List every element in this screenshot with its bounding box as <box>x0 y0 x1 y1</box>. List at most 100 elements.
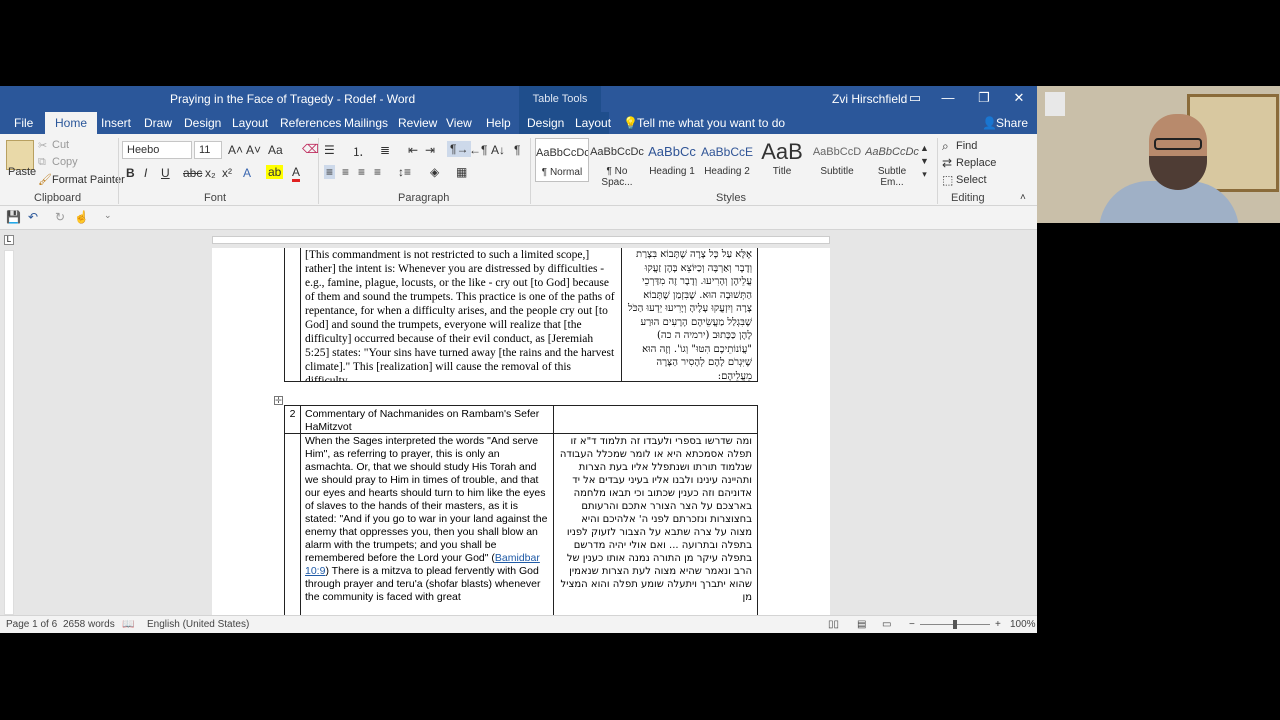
justify-icon[interactable]: ≡ <box>374 165 381 179</box>
find-icon[interactable]: ⌕ <box>942 139 949 154</box>
row-title-cell[interactable]: Commentary of Nachmanides on Rambam's Se… <box>300 405 554 434</box>
bullets-icon[interactable]: ☰ <box>324 143 335 157</box>
tab-table-design[interactable]: Design <box>527 116 564 130</box>
row-number-cell[interactable]: 2 <box>284 405 301 434</box>
scissors-icon[interactable]: ✂ <box>38 139 47 152</box>
tab-help[interactable]: Help <box>486 116 511 130</box>
close-button[interactable]: ✕ <box>1009 90 1029 106</box>
table-cell-english[interactable]: [This commandment is not restricted to s… <box>300 248 622 382</box>
restore-button[interactable]: ❐ <box>974 90 994 106</box>
vertical-ruler[interactable] <box>4 250 14 615</box>
italic-icon[interactable]: I <box>144 166 147 180</box>
style-subtle-emphasis[interactable]: AaBbCcDc Subtle Em... <box>865 138 919 188</box>
tab-insert[interactable]: Insert <box>101 116 131 130</box>
table-cell-english[interactable]: When the Sages interpreted the words "An… <box>300 433 554 615</box>
print-layout-icon[interactable]: ▤ <box>857 619 866 630</box>
replace-icon[interactable]: ⇄ <box>942 156 952 170</box>
replace-button[interactable]: Replace <box>956 157 996 169</box>
word-count[interactable]: 2658 words <box>63 619 115 630</box>
undo-icon[interactable]: ↶ <box>28 210 38 224</box>
font-size-box[interactable]: 11 <box>194 141 222 159</box>
table-cell-hebrew[interactable]: אֶלָּא עַל כָּל צָרָה שֶׁתָּבוֹא בִּצָרַ… <box>621 248 758 382</box>
tab-review[interactable]: Review <box>398 116 437 130</box>
highlight-icon[interactable]: ab <box>266 165 284 179</box>
user-name[interactable]: Zvi Hirschfield <box>832 92 907 106</box>
copy-icon[interactable]: ⧉ <box>38 156 46 169</box>
copy-button[interactable]: Copy <box>52 156 78 168</box>
align-left-icon[interactable]: ≡ <box>324 165 336 179</box>
decrease-indent-icon[interactable]: ⇤ <box>408 143 418 157</box>
table-cell-number[interactable] <box>284 248 301 382</box>
text-effects-icon[interactable]: A <box>243 166 251 180</box>
rtl-text-icon[interactable]: ←¶ <box>469 143 487 157</box>
document-page[interactable]: [This commandment is not restricted to s… <box>212 248 830 615</box>
zoom-in-icon[interactable]: + <box>995 619 1001 630</box>
subscript-icon[interactable]: x₂ <box>205 166 216 180</box>
clear-formatting-icon[interactable]: ⌫ <box>302 142 319 156</box>
multilevel-list-icon[interactable]: ≣ <box>380 143 390 157</box>
select-button[interactable]: Select <box>956 174 987 186</box>
page-count[interactable]: Page 1 of 6 <box>6 619 57 630</box>
ltr-text-icon[interactable]: ¶→ <box>447 141 472 157</box>
customize-qat-icon[interactable]: ⌄ <box>104 210 112 221</box>
increase-indent-icon[interactable]: ⇥ <box>425 143 435 157</box>
collapse-ribbon-icon[interactable]: ˄ <box>1020 192 1026 203</box>
tab-mailings[interactable]: Mailings <box>344 116 388 130</box>
touch-mode-icon[interactable]: ☝ <box>74 210 89 224</box>
style-heading-1[interactable]: AaBbCc Heading 1 <box>645 138 699 182</box>
superscript-icon[interactable]: x² <box>222 166 232 180</box>
horizontal-ruler[interactable] <box>212 236 830 244</box>
table-move-handle-icon[interactable]: ✛ <box>274 396 283 405</box>
styles-scroll-icon[interactable]: ▲ ▼ ▾ <box>920 142 929 181</box>
font-name-box[interactable]: Heebo <box>122 141 192 159</box>
shrink-font-icon[interactable]: A˅ <box>246 143 261 157</box>
underline-icon[interactable]: U <box>161 166 170 180</box>
format-painter-icon[interactable]: 🖌 <box>38 173 52 186</box>
tab-table-layout[interactable]: Layout <box>575 116 611 130</box>
table-cell-number[interactable] <box>284 433 301 615</box>
grow-font-icon[interactable]: A˄ <box>228 143 243 157</box>
tab-design[interactable]: Design <box>184 116 221 130</box>
tab-file[interactable]: File <box>14 116 33 130</box>
style-subtitle[interactable]: AaBbCcD Subtitle <box>810 138 864 182</box>
strikethrough-icon[interactable]: abc <box>183 166 202 180</box>
find-button[interactable]: Find <box>956 140 977 152</box>
tell-me-box[interactable]: Tell me what you want to do <box>637 116 785 130</box>
align-right-icon[interactable]: ≡ <box>358 165 365 179</box>
zoom-level[interactable]: 100% <box>1010 619 1036 630</box>
sort-icon[interactable]: A↓ <box>491 143 505 157</box>
table-cell-hebrew[interactable]: ומה שדרשו בספרי ולעבדו זה תלמוד ד"א זו ת… <box>553 433 758 615</box>
center-icon[interactable]: ≡ <box>342 165 349 179</box>
numbering-icon[interactable]: ⒈ <box>352 143 364 160</box>
shading-icon[interactable]: ◈ <box>430 165 439 179</box>
style-title[interactable]: AaB Title <box>755 138 809 182</box>
bold-icon[interactable]: B <box>126 166 135 180</box>
minimize-button[interactable]: — <box>938 90 958 105</box>
borders-icon[interactable]: ▦ <box>456 165 467 179</box>
style-normal[interactable]: AaBbCcDc ¶ Normal <box>535 138 589 182</box>
share-button[interactable]: Share <box>996 116 1028 130</box>
style-heading-2[interactable]: AaBbCcE Heading 2 <box>700 138 754 182</box>
ribbon-display-icon[interactable]: ▭ <box>905 90 925 106</box>
tab-layout[interactable]: Layout <box>232 116 268 130</box>
tab-home[interactable]: Home <box>45 112 98 134</box>
paste-button[interactable]: Paste <box>8 166 36 178</box>
tab-view[interactable]: View <box>446 116 472 130</box>
proofing-icon[interactable]: 📖 <box>122 619 134 630</box>
language[interactable]: English (United States) <box>147 619 249 630</box>
read-mode-icon[interactable]: ▯▯ <box>828 619 839 630</box>
cut-button[interactable]: Cut <box>52 139 69 151</box>
zoom-out-icon[interactable]: − <box>909 619 915 630</box>
select-icon[interactable]: ⬚ <box>942 173 953 187</box>
tab-selector-icon[interactable]: L <box>4 235 14 245</box>
redo-icon[interactable]: ↻ <box>55 210 65 224</box>
change-case-icon[interactable]: Aa <box>268 143 283 157</box>
line-spacing-icon[interactable]: ↕≡ <box>398 165 411 179</box>
tab-draw[interactable]: Draw <box>144 116 172 130</box>
zoom-thumb[interactable] <box>953 620 957 629</box>
tab-references[interactable]: References <box>280 116 341 130</box>
style-no-spacing[interactable]: AaBbCcDc ¶ No Spac... <box>590 138 644 188</box>
empty-header-cell[interactable] <box>553 405 758 434</box>
save-icon[interactable]: 💾 <box>6 210 21 224</box>
font-color-icon[interactable]: A <box>292 165 301 182</box>
